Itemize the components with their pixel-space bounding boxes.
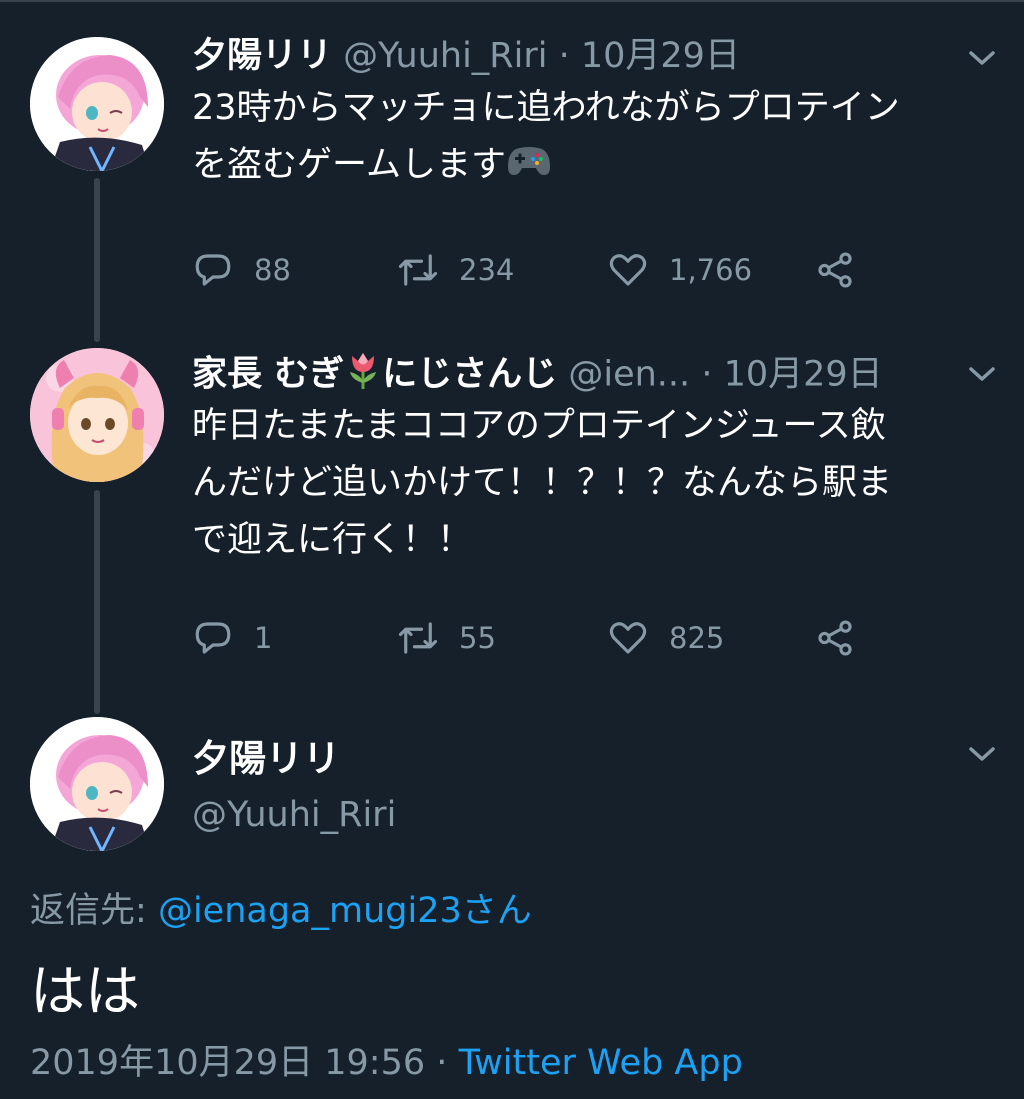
handle[interactable]: @Yuuhi_Riri <box>192 795 396 835</box>
display-name[interactable]: 家長 むぎ <box>192 355 344 395</box>
tweet-footer: 2019年10月29日 19:56 · Twitter Web App <box>30 1034 743 1085</box>
game-controller-icon <box>506 138 552 195</box>
source-link[interactable]: Twitter Web App <box>459 1043 743 1083</box>
display-name-suffix[interactable]: にじさんじ <box>382 355 557 395</box>
share-icon <box>818 620 852 656</box>
tweet-text-segment: を盗むゲームします <box>192 145 506 185</box>
retweet-button[interactable]: 55 <box>397 616 496 660</box>
reply-button[interactable]: 88 <box>192 248 291 292</box>
separator-dot: · <box>436 1043 448 1083</box>
reply-button[interactable]: 1 <box>192 616 272 660</box>
retweet-icon <box>398 254 438 286</box>
reply-to-line: 返信先: @ienaga_mugi23さん <box>30 882 532 933</box>
tulip-icon <box>344 350 382 401</box>
tweet-header: 家長 むぎ にじさんじ @ien... · 10月29日 <box>192 350 883 401</box>
avatar-yuuhi-riri[interactable] <box>30 37 164 171</box>
reply-to-label: 返信先: <box>30 891 147 931</box>
avatar-yuuhi-riri[interactable] <box>30 717 164 851</box>
reply-to-handle[interactable]: @ienaga_mugi23 <box>158 891 462 931</box>
avatar-ienaga-mugi[interactable] <box>30 348 164 482</box>
handle[interactable]: @Yuuhi_Riri <box>343 36 547 76</box>
like-button[interactable]: 825 <box>607 616 724 660</box>
tweet-date[interactable]: 10月29日 <box>724 355 883 395</box>
reply-icon <box>195 622 231 654</box>
retweet-button[interactable]: 234 <box>397 248 514 292</box>
share-button[interactable] <box>814 616 856 660</box>
heart-icon <box>609 622 647 654</box>
share-button[interactable] <box>814 248 856 292</box>
tweet-text-line: 23時からマッチョに追われながらプロテイン <box>192 88 900 128</box>
separator-dot: · <box>558 36 570 76</box>
reply-count: 88 <box>254 253 291 287</box>
tweet-text-line: んだけど追いかけて！！？！？なんなら駅ま <box>192 463 893 503</box>
tweet-header: 夕陽リリ @Yuuhi_Riri · 10月29日 <box>192 34 740 78</box>
tweet-text-line: を盗むゲームします <box>192 137 992 195</box>
tweet-actions: 88 234 1,766 <box>192 248 892 292</box>
timestamp[interactable]: 2019年10月29日 19:56 <box>30 1043 425 1083</box>
chevron-down-icon[interactable] <box>968 48 996 68</box>
tweet-text: 23時からマッチョに追われながらプロテイン を盗むゲームします <box>192 80 992 195</box>
retweet-icon <box>398 622 438 654</box>
tweet-date[interactable]: 10月29日 <box>581 36 740 76</box>
handle[interactable]: @ien... <box>568 355 690 395</box>
top-divider <box>0 0 1024 6</box>
tweet-text-line: で迎えに行く！！ <box>192 520 473 560</box>
tweet-text: はは <box>30 959 141 1023</box>
like-count: 1,766 <box>669 253 753 287</box>
tweet-text-line: 昨日たまたまココアのプロテインジュース飲 <box>192 406 886 446</box>
reply-count: 1 <box>254 621 273 655</box>
thread-connector <box>94 490 100 714</box>
chevron-down-icon[interactable] <box>968 744 996 764</box>
display-name[interactable]: 夕陽リリ <box>192 728 340 782</box>
reply-to-handle-link[interactable]: @ienaga_mugi23さん <box>158 891 532 931</box>
heart-icon <box>609 254 647 286</box>
chevron-down-icon[interactable] <box>968 364 996 384</box>
retweet-count: 55 <box>459 621 496 655</box>
like-button[interactable]: 1,766 <box>607 248 752 292</box>
separator-dot: · <box>701 354 713 395</box>
retweet-count: 234 <box>459 253 515 287</box>
reply-to-suffix: さん <box>461 891 532 931</box>
tweet-actions: 1 55 825 <box>192 616 892 660</box>
tweet-text: 昨日たまたまココアのプロテインジュース飲 んだけど追いかけて！！？！？なんなら駅… <box>192 398 992 569</box>
display-name[interactable]: 夕陽リリ <box>192 36 332 76</box>
share-icon <box>818 252 852 288</box>
like-count: 825 <box>669 621 725 655</box>
thread-connector <box>94 178 100 342</box>
reply-icon <box>195 254 231 286</box>
